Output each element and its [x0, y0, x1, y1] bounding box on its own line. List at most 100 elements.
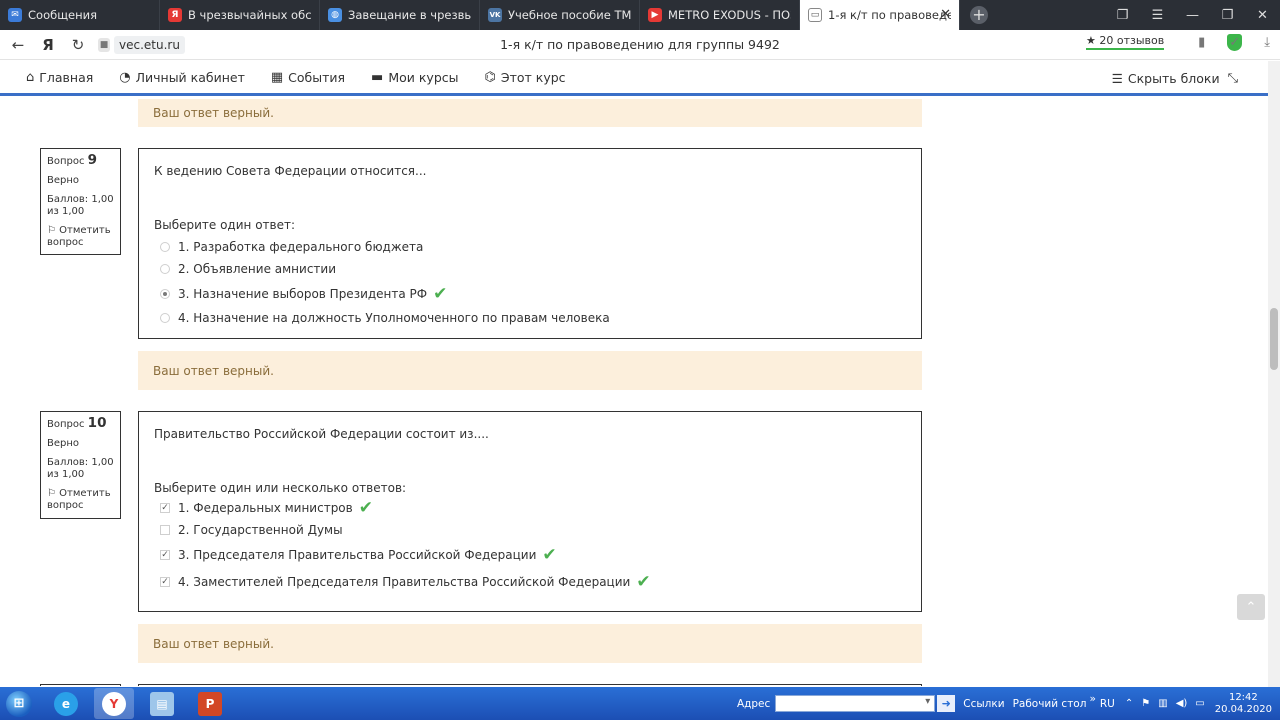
quiz-review-content: Ваш ответ верный. Вопрос 9 Верно Баллов:… [0, 99, 1268, 686]
window-controls: ❐ ☰ — ❐ ✕ [1105, 0, 1280, 30]
checkbox-checked[interactable]: ✓ [160, 576, 170, 587]
chevron-up-icon[interactable]: ⌃ [1125, 698, 1133, 709]
nav-dashboard[interactable]: ◔ Личный кабинет [119, 70, 245, 85]
radio-button[interactable] [160, 264, 170, 274]
toolbar-chevron-icon[interactable]: » [1089, 693, 1095, 705]
language-indicator[interactable]: RU [1100, 698, 1115, 710]
volume-icon[interactable]: ◀) [1176, 698, 1188, 709]
option-label: 4. Заместителей Председателя Правительст… [178, 574, 631, 589]
nav-home[interactable]: ⌂ Главная [26, 70, 93, 85]
url-text[interactable]: vec.etu.ru [114, 35, 185, 54]
nav-events[interactable]: ▦ События [271, 70, 345, 85]
menu-icon[interactable]: ☰ [1140, 0, 1175, 30]
taskbar-yandex-browser[interactable]: Y [94, 688, 134, 719]
reviews-badge[interactable]: ★ 20 отзывов [1086, 34, 1165, 50]
tab-metro-exodus[interactable]: ▶ METRO EXODUS - ПОЗОРI [640, 0, 800, 30]
back-icon[interactable]: ← [6, 33, 30, 57]
reload-icon[interactable]: ↻ [66, 33, 90, 57]
radio-button[interactable] [160, 313, 170, 323]
taskbar-powerpoint[interactable]: P [190, 688, 230, 719]
taskbar-explorer[interactable]: ▤ [142, 688, 182, 719]
checkbox[interactable] [160, 525, 170, 535]
restore-icon[interactable]: ❐ [1210, 0, 1245, 30]
checkbox-checked[interactable]: ✓ [160, 549, 170, 560]
flag-label: Отметить вопрос [47, 225, 111, 248]
taskbar-ie[interactable]: e [46, 688, 86, 719]
answer-prompt: Выберите один или несколько ответов: [154, 481, 407, 495]
question-info: Вопрос 9 Верно Баллов: 1,00 из 1,00 ⚐ От… [40, 148, 121, 255]
answer-option[interactable]: ✓ 1. Федеральных министров ✔ [154, 497, 906, 519]
tab-label: В чрезвычайных обстояте [188, 8, 311, 22]
collapse-arrows-icon[interactable]: ⤡ [1228, 71, 1238, 86]
answer-option[interactable]: ✓ 3. Председателя Правительства Российск… [154, 541, 906, 568]
chevron-up-icon: ⌃ [1245, 599, 1257, 615]
address-bar-actions: ▮ ✓ ⤓ [1198, 34, 1270, 51]
answer-option[interactable]: 2. Государственной Думы [154, 519, 906, 541]
answer-prompt: Выберите один ответ: [154, 218, 296, 232]
feedback-box: Ваш ответ верный. [138, 99, 922, 127]
bookmark-icon[interactable]: ▮ [1198, 35, 1205, 50]
protect-shield-icon[interactable]: ✓ [1227, 34, 1243, 51]
answer-option[interactable]: 2. Объявление амнистии [154, 258, 906, 280]
close-tab-icon[interactable]: ✕ [940, 8, 951, 21]
new-tab-button[interactable]: + [960, 0, 998, 30]
close-window-icon[interactable]: ✕ [1245, 0, 1280, 30]
desktop-toolbar[interactable]: Рабочий стол [1013, 698, 1087, 710]
tab-current-quiz[interactable]: ▭ 1-я к/т по правоведени ✕ [800, 0, 960, 30]
url-box[interactable]: ■ vec.etu.ru [98, 34, 185, 56]
links-toolbar[interactable]: Ссылки [963, 698, 1004, 710]
scroll-to-top-button[interactable]: ⌃ [1237, 594, 1265, 620]
tab-label: 1-я к/т по правоведени [828, 8, 951, 22]
tab-emergency[interactable]: Я В чрезвычайных обстояте [160, 0, 320, 30]
nav-label: Главная [39, 69, 94, 85]
tab-will[interactable]: ◍ Завещание в чрезвычайн [320, 0, 480, 30]
tab-label: Учебное пособие ТМ.pdf [508, 8, 631, 22]
pc-icon[interactable]: ▭ [1195, 698, 1204, 709]
collections-icon[interactable]: ❐ [1105, 0, 1140, 30]
nav-my-courses[interactable]: ▬ Мои курсы [371, 70, 458, 85]
question-text: К ведению Совета Федерации относится... [154, 164, 427, 178]
tab-messages[interactable]: ✉ Сообщения [0, 0, 160, 30]
start-button[interactable]: ⊞ [0, 687, 38, 720]
question-state: Верно [47, 175, 80, 186]
download-icon[interactable]: ⤓ [1264, 35, 1270, 50]
question-info: Вопрос 10 Верно Баллов: 1,00 из 1,00 ⚐ О… [40, 411, 121, 519]
correct-check-icon: ✔ [433, 283, 448, 304]
option-label: 2. Объявление амнистии [178, 262, 337, 276]
powerpoint-icon: P [198, 691, 222, 716]
question-state: Верно [47, 438, 80, 449]
radio-button-selected[interactable] [160, 288, 170, 299]
web-icon: ◍ [328, 8, 342, 22]
tab-textbook-pdf[interactable]: VK Учебное пособие ТМ.pdf [480, 0, 640, 30]
site-navbar: ⌂ Главная ◔ Личный кабинет ▦ События ▬ М… [0, 61, 1268, 96]
hide-blocks-button[interactable]: ☰ Скрыть блоки ⤡ [1112, 71, 1238, 86]
yandex-browser-icon: Y [102, 691, 126, 716]
flag-question-link[interactable]: ⚐ Отметить вопрос [47, 488, 114, 512]
answer-option[interactable]: ✓ 4. Заместителей Председателя Правитель… [154, 568, 906, 595]
checkbox-checked[interactable]: ✓ [160, 503, 170, 513]
nav-label: Этот курс [500, 69, 566, 85]
scrollbar-thumb[interactable] [1270, 308, 1278, 370]
tab-label: Сообщения [28, 8, 98, 22]
go-arrow-icon[interactable]: ➜ [937, 695, 956, 712]
address-bar: ← Я ↻ ■ vec.etu.ru 1-я к/т по правоведен… [0, 30, 1280, 60]
browser-tab-strip: ✉ Сообщения Я В чрезвычайных обстояте ◍ … [0, 0, 1280, 30]
yandex-logo-icon[interactable]: Я [36, 33, 60, 57]
nav-this-course[interactable]: ⌬ Этот курс [485, 70, 566, 85]
option-label: 3. Председателя Правительства Российской… [178, 547, 537, 562]
feedback-text: Ваш ответ верный. [153, 363, 274, 378]
flag-question-link[interactable]: ⚐ Отметить вопрос [47, 225, 114, 249]
answer-option[interactable]: 1. Разработка федерального бюджета [154, 236, 906, 258]
flag-icon[interactable]: ⚑ [1141, 698, 1150, 709]
sitemap-icon: ⌬ [484, 69, 496, 85]
network-icon[interactable]: ▥ [1158, 698, 1167, 709]
option-label: 2. Государственной Думы [178, 523, 343, 537]
minimize-icon[interactable]: — [1175, 0, 1210, 30]
answer-option[interactable]: 4. Назначение на должность Уполномоченно… [154, 307, 906, 329]
radio-button[interactable] [160, 242, 170, 252]
taskbar-clock[interactable]: 12:42 20.04.2020 [1215, 692, 1272, 716]
correct-check-icon: ✔ [542, 544, 557, 565]
answer-option[interactable]: 3. Назначение выборов Президента РФ ✔ [154, 280, 906, 307]
address-toolbar-input[interactable] [775, 695, 936, 712]
page-scrollbar[interactable] [1268, 61, 1280, 687]
